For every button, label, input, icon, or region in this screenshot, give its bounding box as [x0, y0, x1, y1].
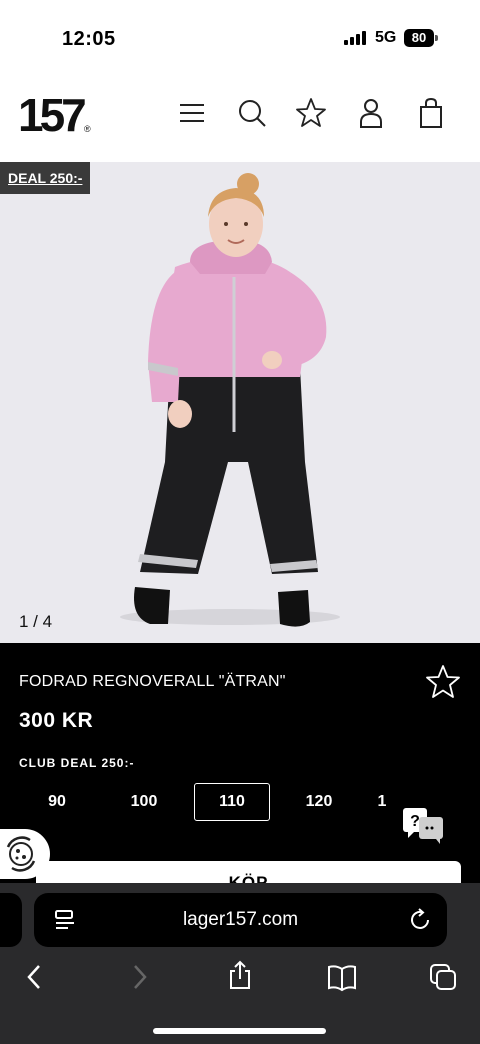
battery-tip — [435, 35, 438, 41]
size-option-110-selected[interactable]: 110 — [194, 783, 270, 821]
tabs-icon[interactable] — [428, 962, 458, 992]
bookmarks-icon[interactable] — [327, 962, 357, 992]
size-option-90[interactable]: 90 — [19, 783, 95, 821]
favorite-star-icon[interactable] — [424, 663, 462, 701]
url-text[interactable]: lager157.com — [34, 893, 447, 947]
product-name: FODRAD REGNOVERALL "ÄTRAN" — [19, 673, 286, 690]
menu-icon[interactable] — [175, 96, 209, 130]
status-time: 12:05 — [62, 28, 116, 50]
status-bar: 12:05 5G 80 — [0, 0, 480, 68]
forward-icon[interactable] — [124, 962, 154, 992]
cookie-icon — [6, 836, 36, 872]
club-deal-label: CLUB DEAL 250:- — [19, 756, 135, 770]
cookie-settings-button[interactable] — [0, 829, 50, 879]
search-icon[interactable] — [235, 96, 269, 130]
product-price: 300 KR — [19, 709, 94, 732]
browser-toolbar: lager157.com — [0, 883, 480, 1044]
bag-icon[interactable] — [414, 96, 448, 130]
back-icon[interactable] — [20, 962, 50, 992]
product-image[interactable]: DEAL 250:- 1 / 4 — [0, 162, 480, 643]
logo-registered-mark: ® — [84, 124, 91, 134]
deal-badge[interactable]: DEAL 250:- — [0, 162, 91, 194]
size-option-100[interactable]: 100 — [106, 783, 182, 821]
previous-tab-handle[interactable] — [0, 893, 22, 947]
chat-help-icon[interactable]: ? — [402, 807, 444, 845]
image-counter: 1 / 4 — [19, 612, 53, 631]
star-icon[interactable] — [294, 96, 328, 130]
svg-text:?: ? — [410, 813, 420, 830]
product-info-panel: FODRAD REGNOVERALL "ÄTRAN" 300 KR CLUB D… — [0, 643, 480, 891]
share-icon[interactable] — [225, 960, 255, 990]
size-option-120[interactable]: 120 — [281, 783, 357, 821]
address-bar[interactable]: lager157.com — [34, 893, 447, 947]
user-icon[interactable] — [354, 96, 388, 130]
reload-icon[interactable] — [406, 905, 436, 935]
home-indicator — [153, 1028, 326, 1034]
network-label: 5G — [375, 29, 397, 46]
product-photo-illustration — [120, 173, 340, 627]
signal-icon — [344, 31, 370, 45]
battery-icon: 80 — [404, 29, 434, 47]
size-option-partial[interactable]: 1 — [362, 783, 402, 821]
site-logo[interactable]: 157 — [18, 88, 87, 142]
site-header: 157 ® — [0, 68, 480, 162]
